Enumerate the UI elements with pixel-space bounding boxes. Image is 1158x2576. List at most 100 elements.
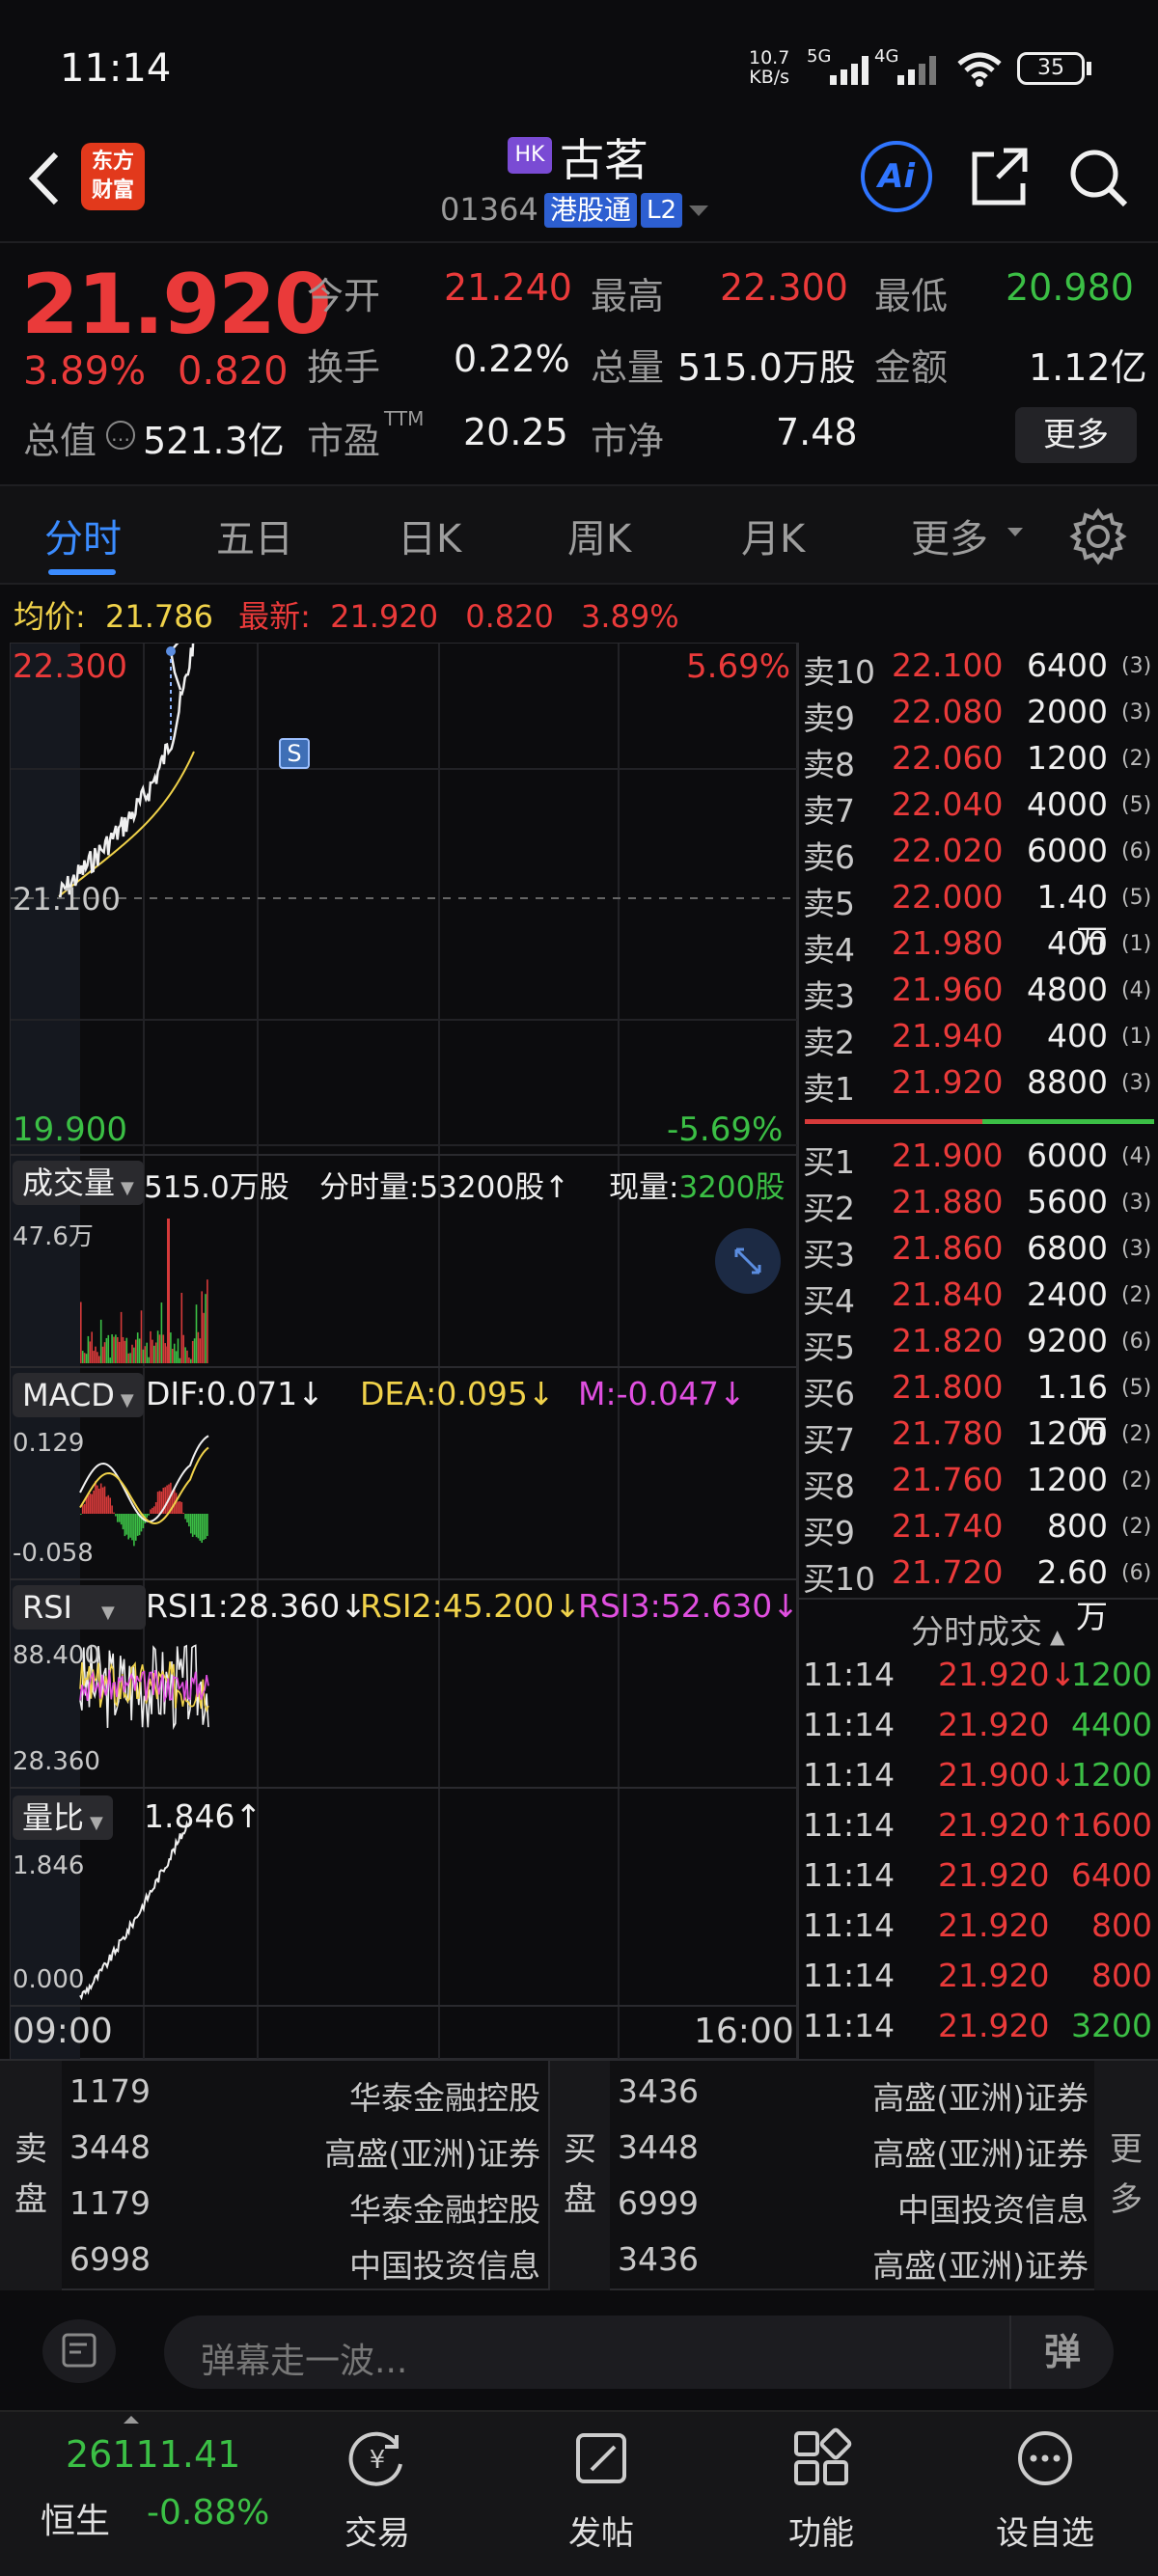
tick-volume: 800 xyxy=(1091,1957,1152,1994)
nav-functions[interactable]: 功能 xyxy=(749,2412,894,2576)
level-badge[interactable]: L2 xyxy=(641,193,683,228)
nav-add-watchlist[interactable]: 设自选 xyxy=(973,2412,1117,2576)
broker-name[interactable]: 高盛(亚洲)证券 xyxy=(872,2072,1089,2119)
signal-5g-label: 5G xyxy=(807,46,832,67)
avg-value: 21.786 xyxy=(104,598,213,635)
broker-id: 3436 xyxy=(618,2240,699,2278)
danmu-input[interactable]: 弹幕走一波... 弹 xyxy=(164,2316,1114,2389)
tick-price: 21.920 xyxy=(938,1906,1050,1944)
order-book-level[interactable]: 买4 21.840 2400 (2) xyxy=(799,1275,1156,1322)
dropdown-icon[interactable] xyxy=(687,203,710,222)
order-book-level[interactable]: 买1 21.900 6000 (4) xyxy=(799,1137,1156,1183)
tab-monthly-k[interactable]: 月K xyxy=(741,507,805,563)
order-book-level[interactable]: 卖1 21.920 8800 (3) xyxy=(799,1063,1156,1110)
order-book-level[interactable]: 买6 21.800 1.16万 (5) xyxy=(799,1368,1156,1450)
ratio-ymin: 0.000 xyxy=(13,1965,85,1994)
macd-bar xyxy=(180,1501,183,1514)
broker-name[interactable]: 高盛(亚洲)证券 xyxy=(872,2128,1089,2175)
broker-more-button[interactable]: 更多 xyxy=(1094,2061,1158,2290)
broker-name[interactable]: 中国投资信息 xyxy=(897,2184,1089,2231)
broker-name[interactable]: 华泰金融控股 xyxy=(349,2184,540,2231)
order-book-level[interactable]: 买5 21.820 9200 (6) xyxy=(799,1322,1156,1368)
index-pct[interactable]: -0.88% xyxy=(147,2493,269,2533)
level-price: 21.760 xyxy=(892,1461,1004,1498)
order-book-level[interactable]: 卖2 21.940 400 (1) xyxy=(799,1017,1156,1063)
order-book-level[interactable]: 买2 21.880 5600 (3) xyxy=(799,1183,1156,1229)
back-icon[interactable] xyxy=(19,145,68,212)
order-book: 卖10 22.100 6400 (3) 卖9 22.080 2000 (3) 卖8 22.060 1… xyxy=(797,643,1158,2059)
info-icon[interactable]: … xyxy=(106,421,135,450)
expand-up-icon[interactable] xyxy=(122,2414,141,2425)
order-book-level[interactable]: 买7 21.780 1200 (2) xyxy=(799,1414,1156,1461)
order-book-level[interactable]: 买9 21.740 800 (2) xyxy=(799,1507,1156,1553)
index-name[interactable]: 恒生 xyxy=(41,2493,110,2543)
macd-bar xyxy=(91,1494,93,1514)
pb-value: 7.48 xyxy=(776,411,858,453)
expand-icon[interactable] xyxy=(715,1228,781,1294)
volume-indicator-select[interactable]: 成交量 ▼ xyxy=(13,1161,144,1205)
level-count: (6) xyxy=(1121,1561,1152,1585)
order-book-level[interactable]: 卖5 22.000 1.40万 (5) xyxy=(799,878,1156,960)
settings-gear-icon[interactable] xyxy=(1069,507,1127,565)
more-quote-button[interactable]: 更多 xyxy=(1015,407,1137,463)
volume-bar xyxy=(154,1342,157,1363)
danmu-settings-icon[interactable] xyxy=(42,2319,116,2383)
ratio-ymax: 1.846 xyxy=(13,1851,85,1880)
volume-bar xyxy=(172,1348,174,1363)
volume-bar xyxy=(177,1338,179,1363)
index-value[interactable]: 26111.41 xyxy=(66,2433,240,2476)
volume-bar xyxy=(93,1351,95,1363)
tick-time: 11:14 xyxy=(803,1756,896,1794)
macd-indicator-select[interactable]: MACD ▼ xyxy=(13,1373,144,1417)
broker-name[interactable]: 高盛(亚洲)证券 xyxy=(872,2240,1089,2287)
sell-marker[interactable]: S xyxy=(279,738,310,769)
order-book-level[interactable]: 买3 21.860 6800 (3) xyxy=(799,1229,1156,1275)
volume-bar xyxy=(186,1350,188,1363)
macd-bar xyxy=(146,1514,148,1519)
buy-queue-label: 买盘 xyxy=(548,2061,610,2290)
order-book-level[interactable]: 卖10 22.100 6400 (3) xyxy=(799,646,1156,693)
panel-separators xyxy=(11,1154,798,2007)
app-logo[interactable]: 东方 财富 xyxy=(81,143,145,210)
search-icon[interactable] xyxy=(1067,145,1131,212)
rsi-indicator-select[interactable]: RSI ▼ xyxy=(13,1585,146,1630)
share-icon[interactable] xyxy=(969,143,1033,210)
tab-five-day[interactable]: 五日 xyxy=(216,507,293,563)
rsi3: RSI3:52.630↓ xyxy=(578,1587,799,1625)
macd-bar xyxy=(184,1514,186,1520)
order-book-level[interactable]: 卖6 22.020 6000 (6) xyxy=(799,832,1156,878)
chart-tabs: 分时 五日 日K 周K 月K 更多 xyxy=(0,484,1158,585)
volume-ratio-line xyxy=(79,1820,189,2001)
broker-name[interactable]: 高盛(亚洲)证券 xyxy=(324,2128,540,2175)
level-volume: 400 xyxy=(1047,1017,1108,1055)
order-book-level[interactable]: 买8 21.760 1200 (2) xyxy=(799,1461,1156,1507)
chart-area[interactable]: 22.300 21.100 19.900 5.69% -5.69% S 成交量 ▼… xyxy=(10,643,799,2060)
logo-line-1: 东方 xyxy=(91,150,134,174)
volume-bar xyxy=(153,1345,155,1363)
tab-intraday[interactable]: 分时 xyxy=(44,507,122,563)
order-book-level[interactable]: 买10 21.720 2.60万 (6) xyxy=(799,1553,1156,1635)
order-book-level[interactable]: 卖4 21.980 400 (1) xyxy=(799,924,1156,971)
broker-name[interactable]: 中国投资信息 xyxy=(349,2240,540,2287)
tab-more[interactable]: 更多 xyxy=(911,507,988,563)
level-label: 买8 xyxy=(803,1467,855,1505)
order-book-level[interactable]: 卖7 22.040 4000 (5) xyxy=(799,785,1156,832)
ai-assistant-icon[interactable]: Ai xyxy=(861,141,932,212)
order-book-level[interactable]: 卖8 22.060 1200 (2) xyxy=(799,739,1156,785)
ratio-indicator-select[interactable]: 量比 ▼ xyxy=(13,1795,113,1840)
nav-post[interactable]: 发帖 xyxy=(529,2412,674,2576)
volume-bar xyxy=(148,1357,150,1363)
macd-bar xyxy=(133,1514,135,1547)
tab-weekly-k[interactable]: 周K xyxy=(567,507,631,563)
tab-daily-k[interactable]: 日K xyxy=(398,507,461,563)
open-value: 21.240 xyxy=(444,266,572,309)
tab-more-caret-icon xyxy=(1007,528,1023,536)
broker-name[interactable]: 华泰金融控股 xyxy=(349,2072,540,2119)
volume-bar xyxy=(160,1302,163,1363)
ticks-title[interactable]: 分时成交 ▲ xyxy=(911,1605,1064,1653)
order-book-level[interactable]: 卖9 22.080 2000 (3) xyxy=(799,693,1156,739)
nav-trade[interactable]: ¥ 交易 xyxy=(305,2412,450,2576)
danmu-toggle-button[interactable]: 弹 xyxy=(1009,2316,1114,2389)
order-book-level[interactable]: 卖3 21.960 4800 (4) xyxy=(799,971,1156,1017)
broker-more-label-2: 多 xyxy=(1110,2180,1143,2219)
